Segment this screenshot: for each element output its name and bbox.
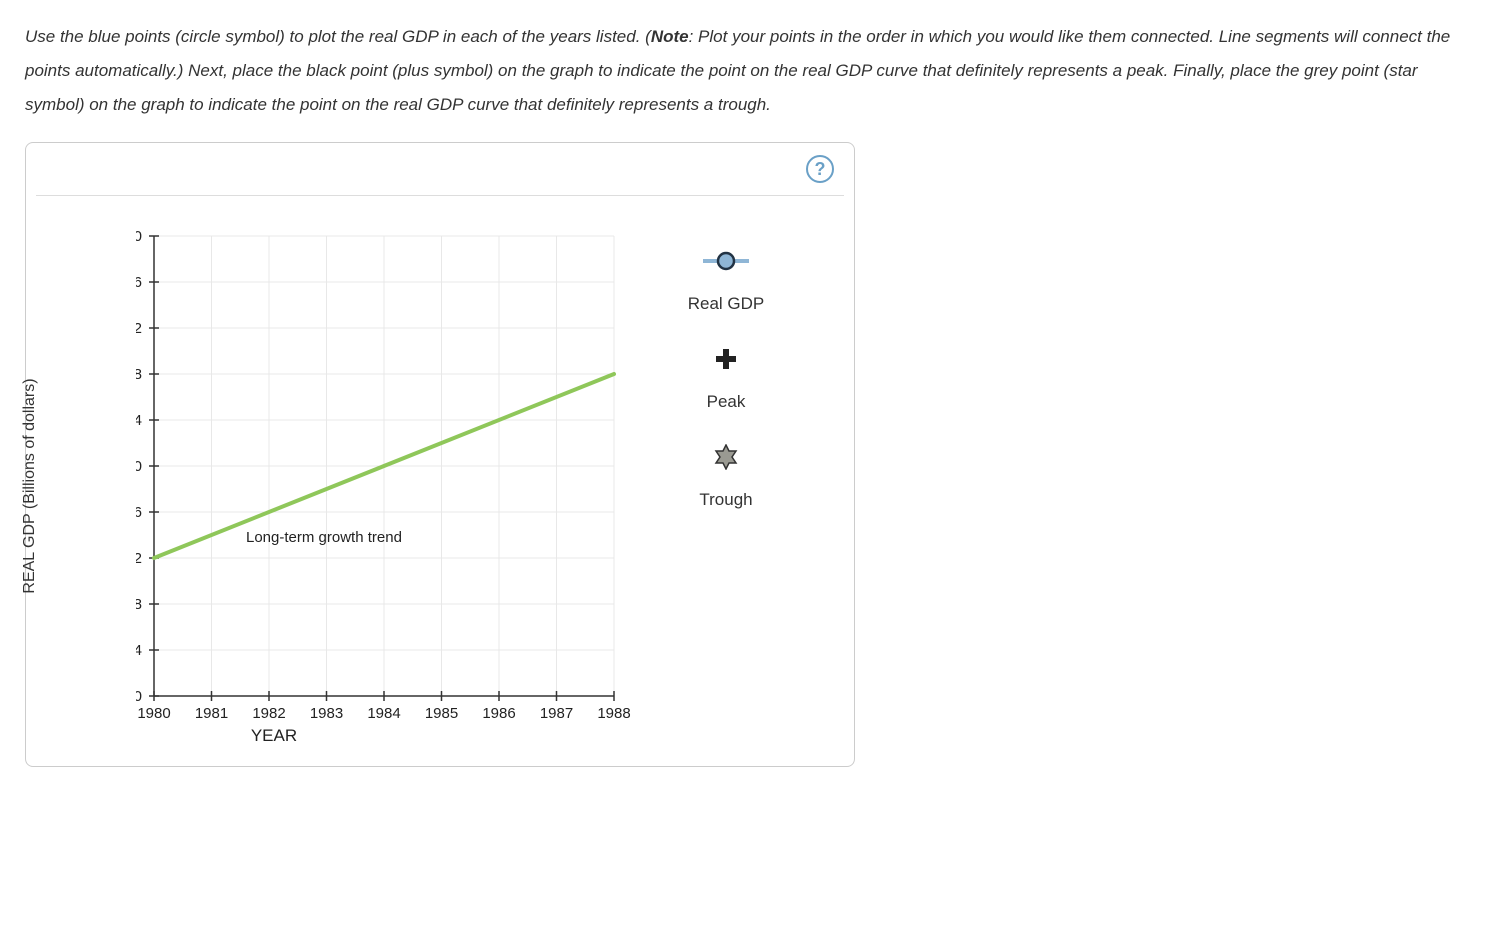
y-tick-label: 220 [136, 228, 142, 245]
y-axis-label: REAL GDP (Billions of dollars) [21, 378, 39, 593]
x-tick-label: 1986 [482, 705, 515, 722]
x-tick-label: 1985 [425, 705, 458, 722]
chart-plot-panel: REAL GDP (Billions of dollars) 180184188… [36, 206, 636, 766]
chart-inner: REAL GDP (Billions of dollars) 180184188… [36, 195, 844, 766]
help-icon[interactable]: ? [806, 155, 834, 183]
x-tick-label: 1983 [310, 705, 343, 722]
y-tick-label: 200 [136, 458, 142, 475]
x-tick-label: 1982 [252, 705, 285, 722]
star-icon [713, 442, 739, 472]
legend-peak-label: Peak [707, 392, 746, 412]
y-tick-label: 216 [136, 274, 142, 291]
plus-icon [714, 344, 738, 374]
instr-note-label: Note [651, 27, 689, 46]
x-tick-label: 1987 [540, 705, 573, 722]
legend-real-gdp-label: Real GDP [688, 294, 765, 314]
legend-peak[interactable]: Peak [676, 344, 776, 412]
legend-real-gdp[interactable]: Real GDP [676, 246, 776, 314]
question-instructions: Use the blue points (circle symbol) to p… [25, 20, 1475, 122]
y-tick-label: 212 [136, 320, 142, 337]
chart-widget: ? REAL GDP (Billions of dollars) 1801841… [25, 142, 855, 767]
plot-svg[interactable]: 180 184 188 192 196 200 204 208 212 216 220 1980 198… [136, 226, 636, 766]
legend-panel: Real GDP Peak Trough [636, 206, 776, 766]
x-axis-label: YEAR [251, 726, 297, 745]
x-tick-label: 1984 [367, 705, 400, 722]
y-tick-label: 196 [136, 504, 142, 521]
legend-trough[interactable]: Trough [676, 442, 776, 510]
y-tick-label: 208 [136, 366, 142, 383]
y-tick-label: 188 [136, 596, 142, 613]
y-tick-label: 180 [136, 688, 142, 705]
chart-annotation: Long-term growth trend [246, 529, 402, 546]
circle-icon [701, 246, 751, 276]
x-tick-label: 1980 [137, 705, 170, 722]
x-tick-label: 1988 [597, 705, 630, 722]
help-glyph: ? [815, 159, 826, 180]
y-tick-label: 204 [136, 412, 142, 429]
x-tick-label: 1981 [195, 705, 228, 722]
y-tick-label: 184 [136, 642, 142, 659]
instr-part1: Use the blue points (circle symbol) to p… [25, 27, 651, 46]
legend-trough-label: Trough [699, 490, 752, 510]
y-tick-label: 192 [136, 550, 142, 567]
plot-area[interactable]: 180 184 188 192 196 200 204 208 212 216 220 1980 198… [136, 226, 636, 771]
